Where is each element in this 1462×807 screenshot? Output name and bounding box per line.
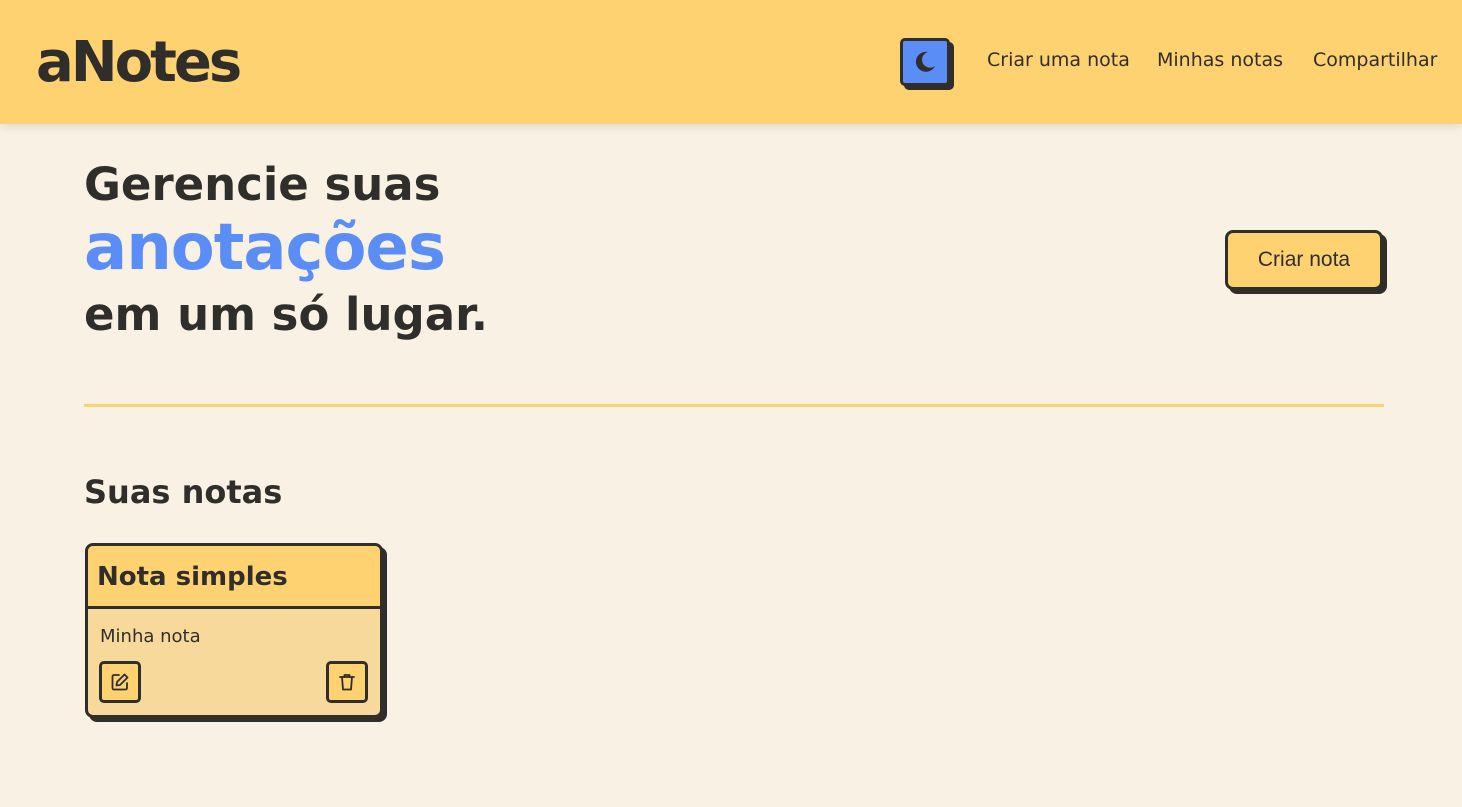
note-body: Minha nota — [100, 626, 201, 647]
note-card: Nota simples Minha nota — [85, 543, 383, 718]
create-note-button[interactable]: Criar nota — [1225, 230, 1383, 290]
app-logo[interactable]: aNotes — [36, 24, 242, 102]
trash-icon — [339, 674, 355, 691]
hero-title-line1: Gerencie suas — [84, 158, 441, 211]
delete-note-button[interactable] — [326, 661, 368, 703]
top-header: aNotes Criar uma nota Minhas notas Compa… — [0, 0, 1462, 124]
edit-note-button[interactable] — [99, 661, 141, 703]
notes-section-title: Suas notas — [84, 473, 283, 511]
section-divider — [84, 404, 1384, 407]
nav-link-criar-uma-nota[interactable]: Criar uma nota — [987, 46, 1130, 74]
hero-title-line3: em um só lugar. — [84, 288, 488, 341]
note-card-header: Nota simples — [88, 546, 380, 609]
edit-icon — [111, 673, 129, 691]
note-title: Nota simples — [97, 562, 288, 592]
hero-title-highlight: anotações — [84, 211, 446, 285]
moon-icon — [915, 51, 935, 72]
theme-toggle-button[interactable] — [900, 38, 950, 86]
nav-link-compartilhar[interactable]: Compartilhar — [1313, 46, 1437, 74]
nav-link-minhas-notas[interactable]: Minhas notas — [1157, 46, 1283, 74]
